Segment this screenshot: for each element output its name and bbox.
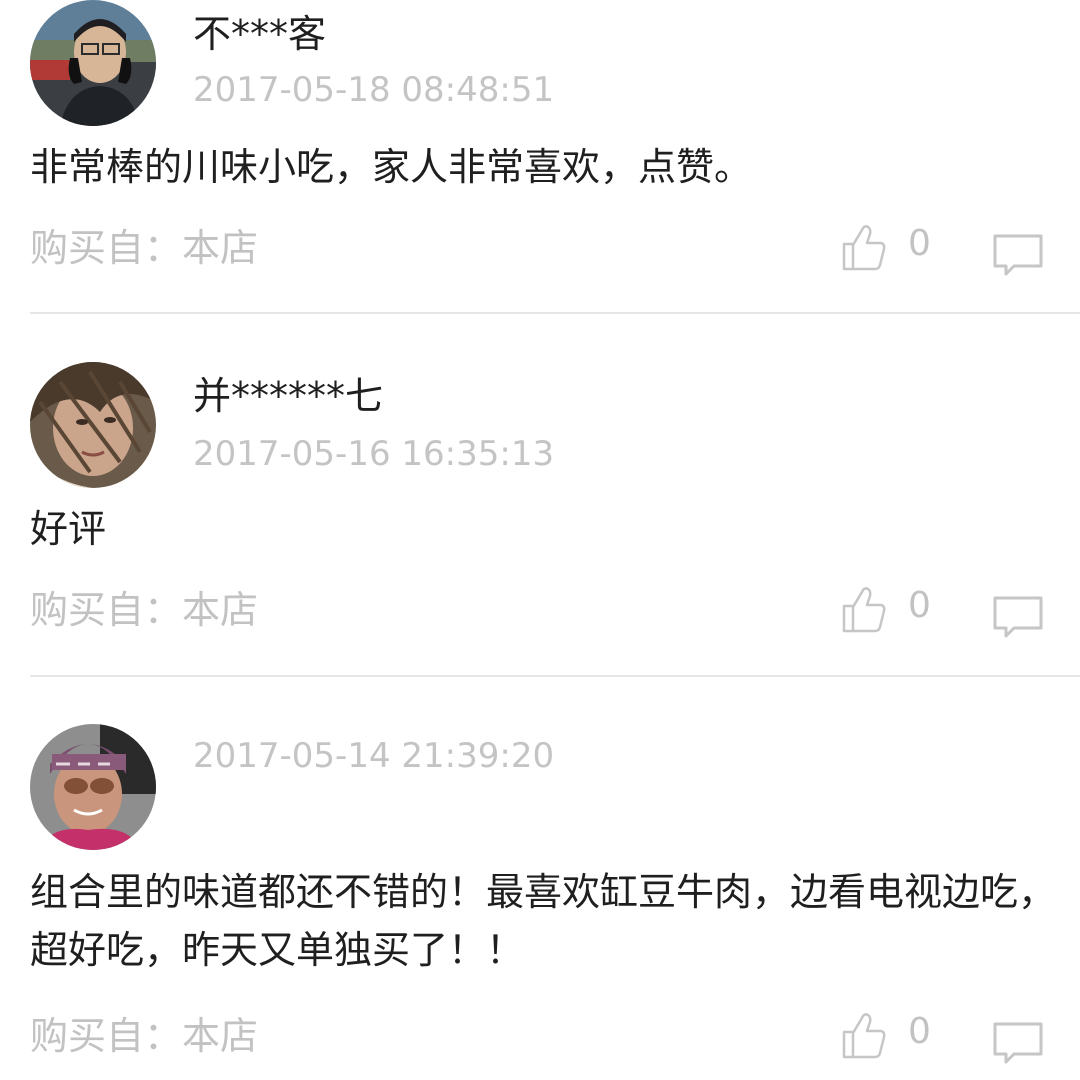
avatar[interactable] xyxy=(30,362,156,488)
username: 不***客 xyxy=(193,12,327,56)
purchase-source: 购买自：本店 xyxy=(30,1014,259,1058)
comment-bubble-icon xyxy=(993,1022,1043,1064)
purchase-source: 购买自：本店 xyxy=(30,226,259,270)
review-content: 好评 xyxy=(30,507,107,551)
avatar[interactable] xyxy=(30,724,156,850)
comment-button[interactable] xyxy=(990,230,1046,280)
like-count: 0 xyxy=(908,223,931,264)
username: 并******七 xyxy=(193,374,384,418)
review-content: 非常棒的川味小吃，家人非常喜欢，点赞。 xyxy=(30,145,753,189)
review-divider xyxy=(30,312,1080,314)
review-divider xyxy=(30,675,1080,677)
like-count: 0 xyxy=(908,585,931,626)
like-count: 0 xyxy=(908,1011,931,1052)
purchase-source: 购买自：本店 xyxy=(30,588,259,632)
comment-button[interactable] xyxy=(990,592,1046,642)
review-timestamp: 2017-05-18 08:48:51 xyxy=(193,70,555,110)
review-timestamp: 2017-05-14 21:39:20 xyxy=(193,736,555,776)
comment-bubble-icon xyxy=(993,234,1043,276)
comment-bubble-icon xyxy=(993,596,1043,638)
review-content: 组合里的味道都还不错的！最喜欢缸豆牛肉，边看电视边吃，超好吃，昨天又单独买了！！ xyxy=(30,870,1057,972)
thumbs-up-icon xyxy=(842,225,886,271)
thumbs-up-icon xyxy=(842,587,886,633)
like-button[interactable]: 0 xyxy=(840,218,940,278)
avatar[interactable] xyxy=(30,0,156,126)
comment-button[interactable] xyxy=(990,1018,1046,1068)
review-timestamp: 2017-05-16 16:35:13 xyxy=(193,434,555,474)
like-button[interactable]: 0 xyxy=(840,580,940,640)
thumbs-up-icon xyxy=(842,1013,886,1059)
like-button[interactable]: 0 xyxy=(840,1006,940,1066)
